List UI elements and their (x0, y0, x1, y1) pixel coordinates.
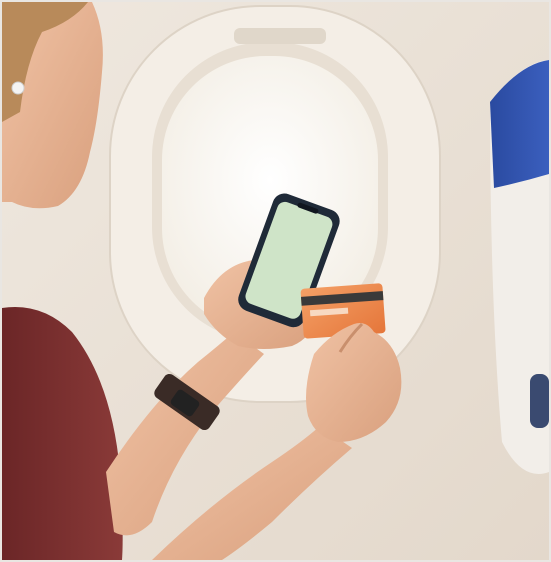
seat-button (530, 374, 549, 428)
earbud (11, 81, 25, 95)
window-shade (234, 28, 326, 44)
airplane-payment-photo (2, 2, 549, 560)
photo-frame (0, 0, 551, 562)
